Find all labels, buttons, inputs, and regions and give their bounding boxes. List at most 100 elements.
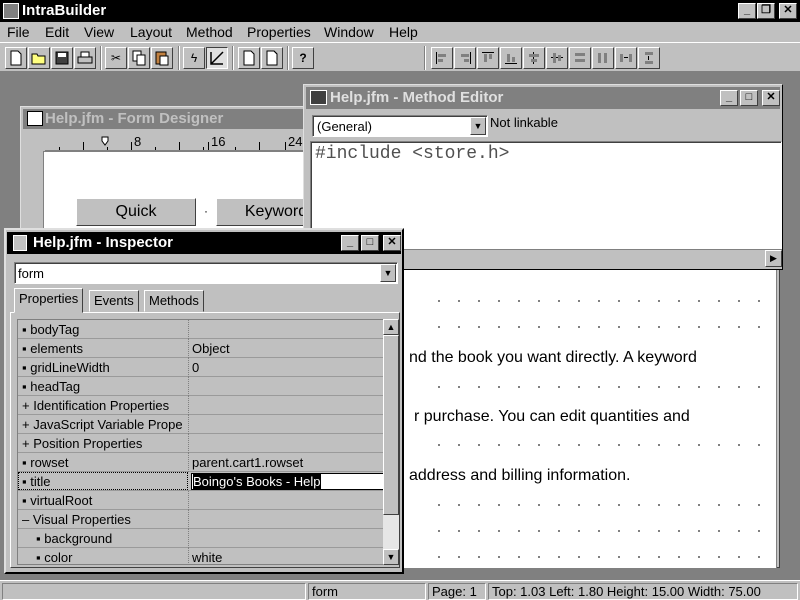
status-message — [2, 583, 306, 600]
menu-layout[interactable]: Layout — [130, 24, 172, 40]
method-editor-minimize-button[interactable]: _ — [720, 90, 738, 106]
method-editor-maximize-button[interactable]: □ — [740, 90, 758, 106]
space-vertical-icon[interactable] — [638, 47, 660, 69]
property-row-selected[interactable]: ▪ title Boingo's Books - Help — [18, 472, 386, 491]
help-question-icon[interactable]: ? — [292, 47, 314, 69]
align-right-icon[interactable] — [454, 47, 476, 69]
scroll-down-icon[interactable]: ▼ — [383, 549, 399, 565]
ruler-tick — [179, 142, 180, 150]
tab-events[interactable]: Events — [89, 290, 139, 312]
ruler-tick — [131, 142, 132, 150]
property-value[interactable]: 0 — [192, 360, 199, 375]
app-titlebar: IntraBuilder _ ❐ ✕ — [0, 0, 800, 22]
paste-icon[interactable] — [151, 47, 173, 69]
menu-file[interactable]: File — [7, 24, 30, 40]
property-value[interactable]: parent.cart1.rowset — [192, 455, 303, 470]
property-row[interactable]: ▪ gridLineWidth 0 — [18, 358, 386, 377]
app-minimize-button[interactable]: _ — [738, 3, 756, 19]
align-top-icon[interactable] — [477, 47, 499, 69]
method-editor-titlebar[interactable]: Help.jfm - Method Editor _ □ ✕ — [306, 87, 780, 109]
property-name: ▪ elements — [22, 341, 83, 356]
copy-icon[interactable] — [128, 47, 150, 69]
method-editor-close-button[interactable]: ✕ — [762, 90, 780, 106]
status-metrics: Top: 1.03 Left: 1.80 Height: 15.00 Width… — [488, 583, 798, 600]
space-horizontal-icon[interactable] — [615, 47, 637, 69]
scroll-right-icon[interactable]: ▶ — [765, 250, 782, 267]
save-disk-icon[interactable] — [51, 47, 73, 69]
property-group-row[interactable]: + Identification Properties — [18, 396, 386, 415]
method-combo[interactable]: (General) ▼ — [312, 115, 488, 137]
inspector-minimize-button[interactable]: _ — [341, 235, 359, 251]
property-name: ▪ gridLineWidth — [22, 360, 110, 375]
tab-properties[interactable]: Properties — [14, 288, 84, 313]
status-object: form — [308, 583, 426, 600]
statusbar: form Page: 1 Top: 1.03 Left: 1.80 Height… — [0, 580, 800, 600]
property-row[interactable]: ▪ bodyTag — [18, 320, 386, 339]
page-prev-icon[interactable] — [238, 47, 260, 69]
page-next-icon[interactable] — [261, 47, 283, 69]
property-row[interactable]: ▪ color white — [18, 548, 386, 565]
menu-help[interactable]: Help — [389, 24, 418, 40]
property-row[interactable]: ▪ elements Object — [18, 339, 386, 358]
grid-dots — [429, 556, 769, 558]
ruler-tick — [208, 142, 209, 150]
code-line[interactable]: #include <store.h> — [315, 144, 509, 164]
object-combo[interactable]: form ▼ — [14, 262, 398, 284]
properties-panel: ▪ bodyTag ▪ elements Object ▪ gridLineWi… — [10, 312, 400, 568]
toolbar-separator — [178, 46, 180, 70]
property-row[interactable]: ▪ headTag — [18, 377, 386, 396]
chevron-down-icon[interactable]: ▼ — [470, 117, 486, 135]
inspector-maximize-button[interactable]: □ — [361, 235, 379, 251]
app-icon[interactable] — [3, 3, 19, 19]
property-value[interactable]: Object — [192, 341, 230, 356]
tab-methods[interactable]: Methods — [144, 290, 204, 312]
same-height-icon[interactable] — [592, 47, 614, 69]
align-left-icon[interactable] — [431, 47, 453, 69]
run-lightning-icon[interactable]: ϟ — [183, 47, 205, 69]
property-name: ▪ background — [36, 531, 113, 546]
inspector-close-button[interactable]: ✕ — [383, 235, 401, 251]
toolbar-separator — [100, 46, 102, 70]
menu-edit[interactable]: Edit — [45, 24, 69, 40]
scroll-up-icon[interactable]: ▲ — [383, 319, 399, 335]
new-file-icon[interactable] — [5, 47, 27, 69]
menu-view[interactable]: View — [84, 24, 114, 40]
method-editor-icon — [310, 90, 327, 105]
ruler-tick — [285, 142, 286, 150]
vertical-scrollbar[interactable]: ▲ ▼ — [383, 319, 399, 565]
cut-scissors-icon[interactable]: ✂ — [105, 47, 127, 69]
design-mode-icon[interactable] — [206, 47, 228, 69]
property-name: – Visual Properties — [22, 512, 131, 527]
form-designer-title: Help.jfm - Form Designer — [45, 110, 224, 127]
app-close-button[interactable]: ✕ — [779, 3, 797, 19]
same-width-icon[interactable] — [569, 47, 591, 69]
ruler-label: 16 — [211, 134, 226, 149]
app-restore-button[interactable]: ❐ — [757, 3, 775, 19]
menu-properties[interactable]: Properties — [247, 24, 311, 40]
menu-method[interactable]: Method — [186, 24, 233, 40]
ruler-tick — [203, 147, 204, 150]
property-row[interactable]: ▪ rowset parent.cart1.rowset — [18, 453, 386, 472]
property-value-editor[interactable]: Boingo's Books - Help — [191, 473, 386, 490]
menu-window[interactable]: Window — [324, 24, 374, 40]
inspector-window[interactable]: Help.jfm - Inspector _ □ ✕ form ▼ Proper… — [4, 228, 404, 574]
open-folder-icon[interactable] — [28, 47, 50, 69]
print-icon[interactable] — [74, 47, 96, 69]
align-center-horizontal-icon[interactable] — [546, 47, 568, 69]
property-name: ▪ color — [36, 550, 73, 565]
property-value[interactable]: white — [192, 550, 222, 564]
align-center-vertical-icon[interactable] — [523, 47, 545, 69]
property-group-row[interactable]: – Visual Properties — [18, 510, 386, 529]
grid-dots — [429, 326, 769, 328]
property-row[interactable]: ▪ background — [18, 529, 386, 548]
property-name: + Identification Properties — [22, 398, 170, 413]
align-bottom-icon[interactable] — [500, 47, 522, 69]
property-row[interactable]: ▪ virtualRoot — [18, 491, 386, 510]
quick-button[interactable]: Quick — [76, 198, 196, 226]
inspector-titlebar[interactable]: Help.jfm - Inspector _ □ ✕ — [7, 232, 401, 254]
property-group-row[interactable]: + Position Properties — [18, 434, 386, 453]
chevron-down-icon[interactable]: ▼ — [380, 264, 396, 282]
scroll-thumb[interactable] — [383, 335, 399, 515]
property-name: ▪ headTag — [22, 379, 81, 394]
property-group-row[interactable]: + JavaScript Variable Prope — [18, 415, 386, 434]
